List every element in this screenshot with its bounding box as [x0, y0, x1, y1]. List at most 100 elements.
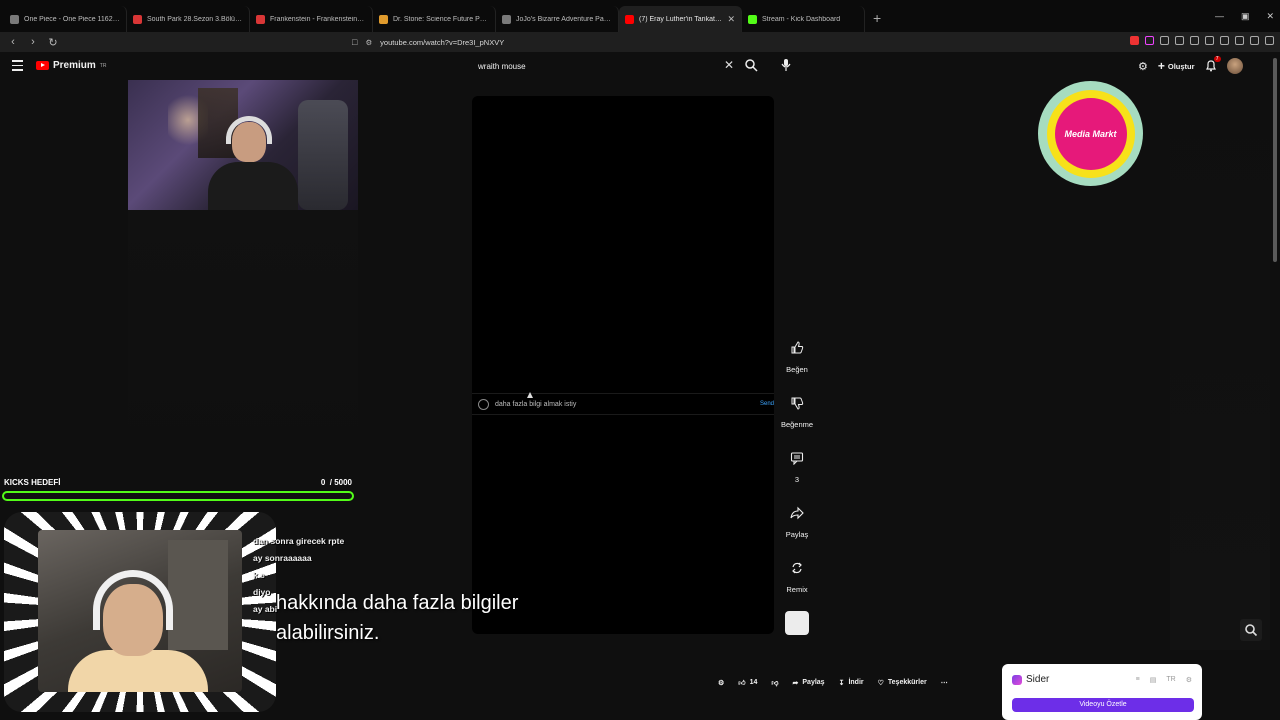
- share-label: Paylaş: [785, 530, 809, 539]
- brand-country: TR: [99, 62, 107, 69]
- notifications-bell-icon[interactable]: 7: [1205, 55, 1221, 74]
- magnifier-extension-icon[interactable]: [1240, 619, 1262, 641]
- hamburger-menu-icon[interactable]: [12, 60, 23, 74]
- tab-title: Stream - Kick Dashboard: [762, 15, 841, 23]
- like-count-button[interactable]: 👍︎ 14: [738, 678, 757, 687]
- comments-button[interactable]: 3: [785, 446, 809, 501]
- dislike-button-bottom[interactable]: 👎︎: [771, 678, 778, 687]
- share-label-bottom: Paylaş: [802, 679, 825, 686]
- extension-icon[interactable]: [1250, 36, 1259, 45]
- youtube-play-icon: [36, 61, 49, 70]
- create-button[interactable]: + Oluştur: [1158, 59, 1195, 73]
- tab-close-icon[interactable]: ✕: [727, 14, 735, 25]
- gear-icon[interactable]: ⚙: [718, 679, 724, 687]
- minimize-icon[interactable]: —: [1215, 11, 1224, 22]
- sider-language[interactable]: TR: [1166, 676, 1175, 684]
- sider-panel: Sider ≡ ▤ TR ⚙ Videoyu Özetle: [1002, 664, 1202, 720]
- emoji-icon[interactable]: [478, 398, 489, 410]
- settings-icon[interactable]: ⚙: [1186, 676, 1192, 684]
- layout-icon[interactable]: ▤: [1150, 676, 1157, 684]
- tab-favicon-icon: [10, 14, 19, 24]
- like-button[interactable]: Beğen: [785, 336, 809, 391]
- youtube-logo[interactable]: Premium TR: [36, 60, 106, 71]
- send-button[interactable]: Send: [760, 401, 774, 407]
- microphone-icon[interactable]: [780, 58, 792, 77]
- forward-icon[interactable]: ›: [26, 36, 40, 48]
- extension-icon[interactable]: [1205, 36, 1214, 45]
- chat-line: k e: [253, 570, 265, 580]
- reload-icon[interactable]: ↻: [46, 36, 60, 49]
- comments-count: 3: [794, 475, 800, 484]
- create-label: Oluştur: [1167, 61, 1195, 71]
- extension-icon[interactable]: [1145, 36, 1154, 45]
- search-input[interactable]: wraith mouse ✕: [470, 55, 740, 77]
- browser-tab[interactable]: Stream - Kick Dashboard: [742, 6, 865, 32]
- browser-tab[interactable]: JoJo's Bizarre Adventure Part 9 - The: [496, 6, 619, 32]
- browser-tab-bar: One Piece - One Piece 1162 - Türkçe South…: [0, 0, 1280, 32]
- restore-icon[interactable]: ▣: [1241, 11, 1250, 22]
- plus-icon: +: [1157, 59, 1165, 73]
- like-count: 14: [749, 679, 758, 686]
- share-button-bottom[interactable]: ➦ Paylaş: [793, 679, 825, 687]
- right-background: [1170, 90, 1270, 650]
- browser-tab[interactable]: Dr. Stone: Science Future Part 2 izle: [373, 6, 496, 32]
- tab-favicon-icon: [256, 14, 265, 24]
- url-field[interactable]: youtube.com/watch?v=Dre3I_pNXVY: [380, 38, 504, 47]
- download-button[interactable]: ↧ İndir: [839, 679, 864, 687]
- menu-icon[interactable]: [1265, 36, 1274, 45]
- extension-icon[interactable]: [1160, 36, 1169, 45]
- remix-label: Remix: [786, 585, 808, 594]
- browser-tab[interactable]: (7) Eray Luther'in Tarikat Vidü ✕: [619, 6, 742, 32]
- browser-tab[interactable]: Frankenstein - Frankenstein - Şimdi: [250, 6, 373, 32]
- extension-icon[interactable]: [1190, 36, 1199, 45]
- ad-logo-text: Media Markt: [1064, 128, 1117, 139]
- gear-icon[interactable]: ⚙: [1138, 60, 1148, 73]
- more-icon[interactable]: ⋯: [941, 679, 948, 687]
- tab-favicon-icon: [379, 14, 388, 24]
- list-icon[interactable]: ≡: [1136, 676, 1140, 684]
- tab-favicon-icon: [625, 14, 634, 24]
- window-controls: — ▣ ✕: [1215, 11, 1274, 22]
- new-tab-button[interactable]: +: [873, 10, 881, 26]
- page-scrollbar[interactable]: [1272, 56, 1278, 720]
- extension-icons: [1130, 36, 1274, 45]
- shorts-video-player[interactable]: daha fazla bilgi almak istiy Send: [472, 96, 774, 634]
- chat-line: ay sonraaaaaa: [253, 553, 312, 563]
- extension-icon[interactable]: [1220, 36, 1229, 45]
- webcam-overlay-bottom: [38, 530, 242, 692]
- dislike-button[interactable]: Beğenme: [781, 391, 813, 446]
- thanks-label: Teşekkürler: [887, 679, 927, 686]
- extension-icon[interactable]: [1235, 36, 1244, 45]
- extension-icon[interactable]: [1130, 36, 1139, 45]
- browser-tab[interactable]: South Park 28.Sezon 3.Bölüm Türkçe: [127, 6, 250, 32]
- sound-thumbnail[interactable]: [785, 611, 809, 635]
- dislike-label: Beğenme: [780, 420, 814, 429]
- shorts-actions: Beğen Beğenme 3 Paylaş Remix: [776, 336, 818, 635]
- tab-favicon-icon: [133, 14, 142, 24]
- kicks-goal-widget: KICKS HEDEFİ 0 / 5000: [2, 478, 354, 501]
- comment-input-row[interactable]: daha fazla bilgi almak istiy Send: [472, 393, 774, 415]
- browser-tab[interactable]: One Piece - One Piece 1162 - Türkçe: [4, 6, 127, 32]
- summarize-video-button[interactable]: Videoyu Özetle: [1012, 698, 1194, 712]
- scrollbar-thumb[interactable]: [1273, 58, 1277, 262]
- extension-icon[interactable]: [1175, 36, 1184, 45]
- thanks-button[interactable]: ♡ Teşekkürler: [878, 679, 927, 687]
- thumbs-up-icon: 👍︎: [738, 680, 746, 687]
- back-icon[interactable]: ‹: [6, 36, 20, 48]
- close-window-icon[interactable]: ✕: [1266, 11, 1274, 22]
- remix-button[interactable]: Remix: [785, 556, 809, 611]
- tab-title: JoJo's Bizarre Adventure Part 9 - The: [516, 15, 612, 23]
- search-icon[interactable]: [744, 58, 758, 77]
- tab-title: Dr. Stone: Science Future Part 2 izle: [393, 15, 489, 23]
- mouse-cursor: [527, 392, 533, 398]
- clear-search-icon[interactable]: ✕: [724, 58, 734, 72]
- site-info-icon[interactable]: ⚙: [365, 38, 372, 47]
- tab-title: (7) Eray Luther'in Tarikat Vidü: [639, 15, 723, 23]
- share-button[interactable]: Paylaş: [785, 501, 809, 556]
- avatar[interactable]: [1226, 58, 1243, 74]
- sider-title: Sider: [1026, 674, 1050, 685]
- bookmark-icon[interactable]: □: [352, 37, 357, 47]
- tab-favicon-icon: [502, 14, 511, 24]
- tab-title: Frankenstein - Frankenstein - Şimdi: [270, 15, 366, 23]
- share-icon: [785, 501, 809, 525]
